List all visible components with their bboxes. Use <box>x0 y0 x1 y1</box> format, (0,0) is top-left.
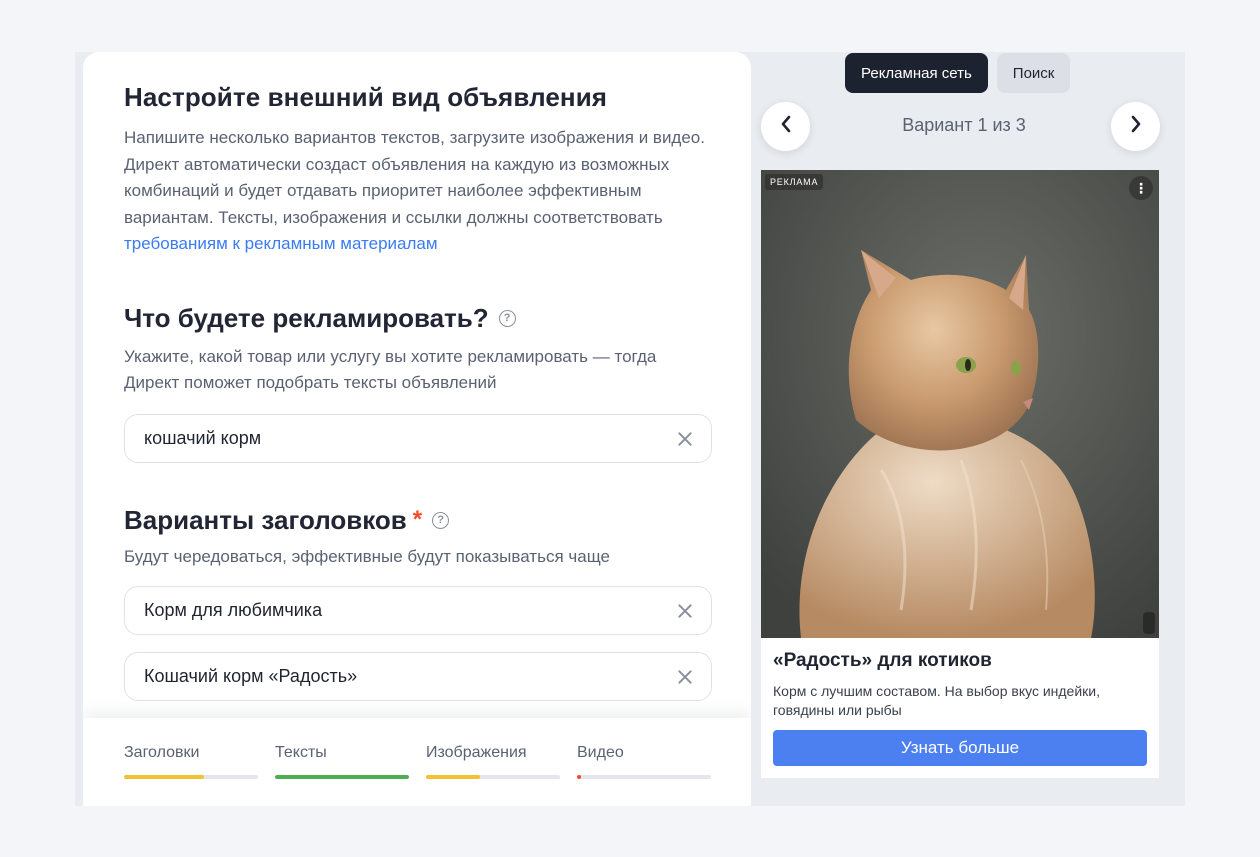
progress-bar <box>124 775 258 779</box>
headline-input-value: Кошачий корм «Радость» <box>144 666 358 686</box>
headline-input-value: Корм для любимчика <box>144 600 323 620</box>
headlines-hint: Будут чередоваться, эффективные будут по… <box>124 546 610 566</box>
preview-tabs: Рекламная сеть Поиск <box>845 53 1071 93</box>
progress-bar <box>426 775 560 779</box>
product-input[interactable]: кошачий корм <box>124 413 712 463</box>
progress-bar <box>577 775 711 779</box>
progress-bar-fill <box>275 775 409 779</box>
ad-settings-card: Настройте внешний вид объявления Напишит… <box>83 52 751 806</box>
variant-counter: Вариант 1 из 3 <box>902 115 1026 135</box>
lead-paragraph: Напишите несколько вариантов текстов, за… <box>124 125 714 258</box>
progress-bar-fill <box>426 775 480 779</box>
progress-label: Видео <box>577 744 624 761</box>
chevron-left-icon <box>779 113 793 141</box>
progress-label: Изображения <box>426 744 527 761</box>
progress-bar-fill <box>577 775 582 779</box>
chevron-right-icon <box>1129 113 1143 141</box>
card-content: Настройте внешний вид объявления Напишит… <box>124 82 714 767</box>
headline-input[interactable]: Корм для любимчика <box>124 586 712 635</box>
app-frame: Настройте внешний вид объявления Напишит… <box>75 52 1185 806</box>
progress-item[interactable]: Тексты <box>275 744 409 779</box>
more-options-icon[interactable]: ⋮ <box>1129 176 1153 200</box>
advertise-section-title: Что будете рекламировать? ? <box>124 303 714 334</box>
tab-ad-network[interactable]: Рекламная сеть <box>845 53 988 93</box>
ad-preview: РЕКЛАМА ⋮ «Радость» для котиков Корм с л… <box>761 170 1159 778</box>
tab-search[interactable]: Поиск <box>996 53 1071 93</box>
page-title: Настройте внешний вид объявления <box>124 82 608 112</box>
requirements-link[interactable]: требованиям к рекламным материалам <box>124 234 438 253</box>
advertise-hint: Укажите, какой товар или услугу вы хотит… <box>124 346 657 393</box>
image-scroll-handle[interactable] <box>1143 612 1155 634</box>
ad-label-badge: РЕКЛАМА <box>765 174 824 190</box>
progress-item[interactable]: Видео <box>577 744 711 779</box>
clear-icon[interactable] <box>673 427 697 451</box>
progress-label: Тексты <box>275 744 327 761</box>
advertise-title-text: Что будете рекламировать? <box>124 302 489 333</box>
clear-icon[interactable] <box>673 665 697 689</box>
required-mark: * <box>412 506 423 533</box>
prev-variant-button[interactable] <box>761 102 810 151</box>
progress-bar <box>275 775 409 779</box>
next-variant-button[interactable] <box>1111 102 1160 151</box>
headlines-title-text: Варианты заголовков <box>124 504 407 535</box>
ad-image: РЕКЛАМА ⋮ <box>761 170 1159 638</box>
progress-item[interactable]: Заголовки <box>124 744 258 779</box>
help-icon[interactable]: ? <box>498 309 516 327</box>
progress-label: Заголовки <box>124 744 200 761</box>
help-icon[interactable]: ? <box>432 511 450 529</box>
ad-text: Корм с лучшим составом. На выбор вкус ин… <box>773 683 1100 718</box>
progress-item[interactable]: Изображения <box>426 744 560 779</box>
progress-footer: Заголовки Тексты Изображения Видео <box>83 718 751 806</box>
product-input-value: кошачий корм <box>144 427 262 448</box>
progress-bar-fill <box>124 775 205 779</box>
headlines-section-title: Варианты заголовков * ? <box>124 505 714 536</box>
cat-photo <box>761 170 1159 638</box>
learn-more-button[interactable]: Узнать больше <box>773 730 1147 766</box>
ad-title: «Радость» для котиков <box>773 650 992 671</box>
clear-icon[interactable] <box>673 599 697 623</box>
headline-input[interactable]: Кошачий корм «Радость» <box>124 652 712 701</box>
lead-text: Напишите несколько вариантов текстов, за… <box>124 128 705 227</box>
